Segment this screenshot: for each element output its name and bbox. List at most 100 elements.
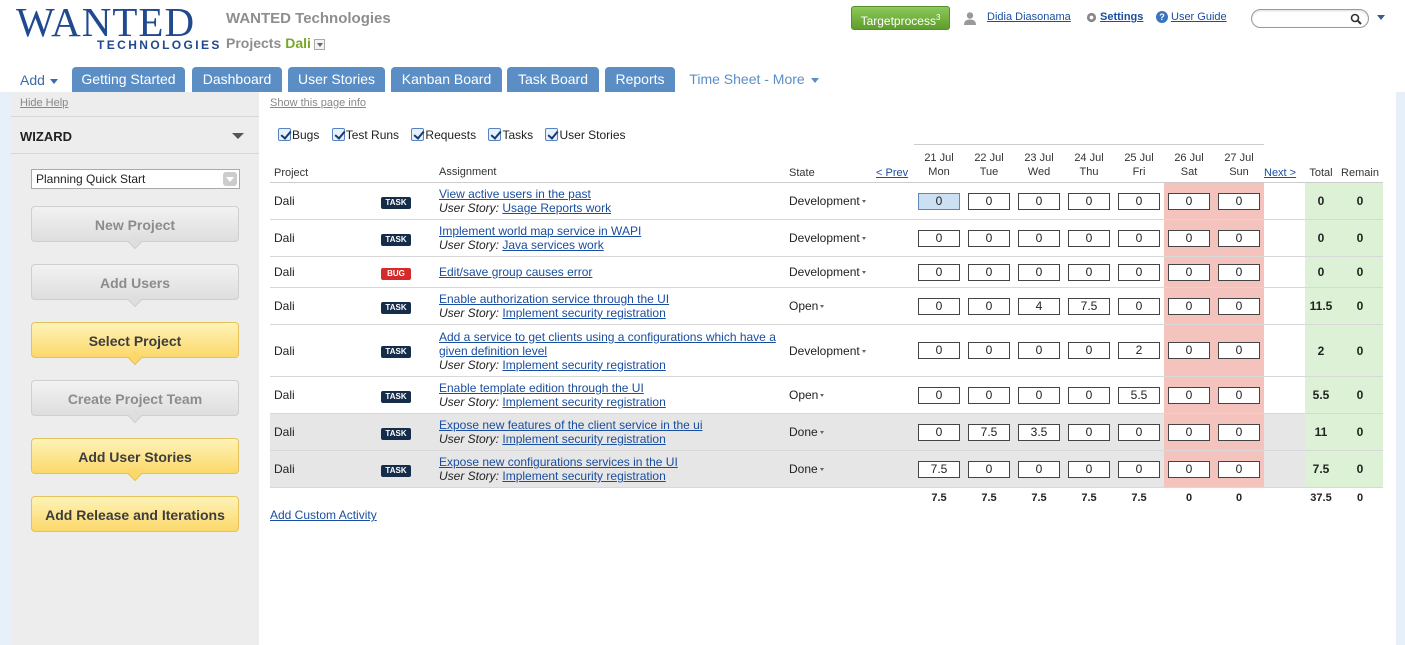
hours-input[interactable]: 0 bbox=[1068, 342, 1110, 359]
assignment-link[interactable]: Implement world map service in WAPI bbox=[439, 224, 641, 238]
hours-input[interactable]: 0 bbox=[1118, 423, 1160, 441]
hours-input[interactable]: 5.5 bbox=[1118, 386, 1160, 404]
hours-input[interactable]: 0 bbox=[1018, 460, 1060, 478]
hours-input[interactable]: 0 bbox=[1068, 423, 1110, 441]
hours-input[interactable]: 0 bbox=[1118, 263, 1160, 281]
state-dropdown[interactable]: Development bbox=[789, 344, 866, 358]
tab-kanban-board[interactable]: Kanban Board bbox=[391, 67, 502, 92]
settings-link[interactable]: Settings bbox=[1100, 11, 1143, 23]
hours-input[interactable]: 0 bbox=[1168, 297, 1210, 315]
hours-input[interactable]: 0 bbox=[918, 229, 960, 247]
user-story-link[interactable]: Usage Reports work bbox=[502, 201, 611, 215]
hide-help-link[interactable]: Hide Help bbox=[20, 97, 68, 109]
hours-input[interactable]: 0 bbox=[1218, 229, 1260, 247]
chevron-down-icon[interactable] bbox=[223, 172, 237, 186]
assignment-link[interactable]: View active users in the past bbox=[439, 187, 591, 201]
search-icon[interactable] bbox=[1350, 13, 1362, 25]
state-dropdown[interactable]: Done bbox=[789, 462, 824, 476]
hours-input[interactable]: 0 bbox=[968, 460, 1010, 478]
hours-input[interactable]: 0 bbox=[1168, 386, 1210, 404]
hours-input[interactable]: 0 bbox=[1168, 342, 1210, 359]
add-custom-activity-link[interactable]: Add Custom Activity bbox=[270, 508, 377, 522]
hours-input[interactable]: 0 bbox=[968, 263, 1010, 281]
targetprocess-button[interactable]: Targetprocess3 bbox=[851, 6, 950, 30]
assignment-link[interactable]: Enable authorization service through the… bbox=[439, 292, 669, 306]
wizard-step-add-user-stories[interactable]: Add User Stories bbox=[31, 438, 239, 482]
hours-input[interactable]: 0 bbox=[1218, 297, 1260, 315]
hours-input[interactable]: 0 bbox=[1218, 423, 1260, 441]
state-dropdown[interactable]: Done bbox=[789, 425, 824, 439]
state-dropdown[interactable]: Development bbox=[789, 265, 866, 279]
hours-input[interactable]: 0 bbox=[1218, 386, 1260, 404]
checkbox-checked-icon[interactable] bbox=[331, 128, 345, 141]
hours-input[interactable]: 2 bbox=[1118, 342, 1160, 359]
filter-bugs[interactable]: Bugs bbox=[278, 128, 319, 142]
hours-input[interactable]: 0 bbox=[1018, 229, 1060, 247]
hours-input[interactable]: 0 bbox=[1118, 460, 1160, 478]
hours-input[interactable]: 0 bbox=[968, 386, 1010, 404]
hours-input[interactable]: 0 bbox=[1068, 263, 1110, 281]
hours-input[interactable]: 0 bbox=[1218, 263, 1260, 281]
hours-input[interactable]: 0 bbox=[1068, 460, 1110, 478]
assignment-link-cont[interactable]: given definition level bbox=[439, 344, 547, 358]
hours-input[interactable]: 0 bbox=[1018, 192, 1060, 210]
search-input[interactable] bbox=[1251, 9, 1369, 28]
hours-input[interactable]: 0 bbox=[918, 386, 960, 404]
wizard-select[interactable]: Planning Quick Start bbox=[31, 169, 240, 189]
hours-input[interactable]: 0 bbox=[968, 297, 1010, 315]
assignment-link[interactable]: Expose new configurations services in th… bbox=[439, 455, 678, 469]
wizard-step-new-project[interactable]: New Project bbox=[31, 206, 239, 250]
collapse-icon[interactable] bbox=[232, 133, 244, 139]
hours-input[interactable]: 0 bbox=[1218, 342, 1260, 359]
state-dropdown[interactable]: Open bbox=[789, 299, 825, 313]
hours-input[interactable]: 0 bbox=[1168, 423, 1210, 441]
hours-input[interactable]: 0 bbox=[918, 263, 960, 281]
project-dropdown-icon[interactable] bbox=[313, 38, 325, 50]
hours-input[interactable]: 0 bbox=[1168, 263, 1210, 281]
user-story-link[interactable]: Implement security registration bbox=[502, 432, 665, 446]
hours-input[interactable]: 0 bbox=[1168, 229, 1210, 247]
tab-dashboard[interactable]: Dashboard bbox=[192, 67, 282, 92]
filter-tasks[interactable]: Tasks bbox=[488, 128, 533, 142]
tab-task-board[interactable]: Task Board bbox=[507, 67, 599, 92]
tab-time-sheet-more[interactable]: Time Sheet - More bbox=[680, 67, 828, 92]
state-dropdown[interactable]: Open bbox=[789, 388, 825, 402]
hours-input[interactable]: 0 bbox=[1118, 192, 1160, 210]
checkbox-checked-icon[interactable] bbox=[488, 128, 502, 141]
tab-user-stories[interactable]: User Stories bbox=[288, 67, 385, 92]
state-dropdown[interactable]: Development bbox=[789, 231, 866, 245]
wizard-header[interactable]: WIZARD bbox=[11, 116, 259, 154]
filter-user-stories[interactable]: User Stories bbox=[545, 128, 626, 142]
hours-input[interactable]: 0 bbox=[1118, 229, 1160, 247]
hours-input[interactable]: 3.5 bbox=[1018, 423, 1060, 441]
tab-getting-started[interactable]: Getting Started bbox=[72, 67, 185, 92]
user-story-link[interactable]: Implement security registration bbox=[502, 358, 665, 372]
hours-input[interactable]: 7.5 bbox=[918, 460, 960, 478]
filter-test-runs[interactable]: Test Runs bbox=[331, 128, 399, 142]
user-story-link[interactable]: Java services work bbox=[502, 238, 603, 252]
hours-input[interactable]: 7.5 bbox=[968, 423, 1010, 441]
checkbox-checked-icon[interactable] bbox=[411, 128, 425, 141]
wizard-step-add-users[interactable]: Add Users bbox=[31, 264, 239, 308]
hours-input[interactable]: 0 bbox=[918, 297, 960, 315]
project-selector[interactable]: Projects Dali bbox=[226, 35, 325, 51]
user-guide-link[interactable]: User Guide bbox=[1171, 11, 1227, 23]
wizard-step-select-project[interactable]: Select Project bbox=[31, 322, 239, 366]
hours-input[interactable]: 0 bbox=[1018, 386, 1060, 404]
hours-input[interactable]: 0 bbox=[968, 342, 1010, 359]
hours-input[interactable]: 4 bbox=[1018, 297, 1060, 315]
hours-input[interactable]: 0 bbox=[1118, 297, 1160, 315]
assignment-link[interactable]: Add a service to get clients using a con… bbox=[439, 330, 776, 344]
state-dropdown[interactable]: Development bbox=[789, 194, 866, 208]
hours-input[interactable]: 0 bbox=[1068, 192, 1110, 210]
assignment-link[interactable]: Edit/save group causes error bbox=[439, 265, 592, 279]
hours-input[interactable]: 0 bbox=[918, 342, 960, 359]
search-options-dropdown-icon[interactable] bbox=[1377, 15, 1385, 20]
user-story-link[interactable]: Implement security registration bbox=[502, 469, 665, 483]
wizard-step-add-release-and-iterations[interactable]: Add Release and Iterations bbox=[31, 496, 239, 532]
hours-input[interactable]: 0 bbox=[1018, 342, 1060, 359]
hours-input[interactable]: 0 bbox=[1018, 263, 1060, 281]
hours-input[interactable]: 0 bbox=[918, 423, 960, 441]
filter-requests[interactable]: Requests bbox=[411, 128, 476, 142]
user-name-link[interactable]: Didia Diasonama bbox=[987, 11, 1071, 23]
